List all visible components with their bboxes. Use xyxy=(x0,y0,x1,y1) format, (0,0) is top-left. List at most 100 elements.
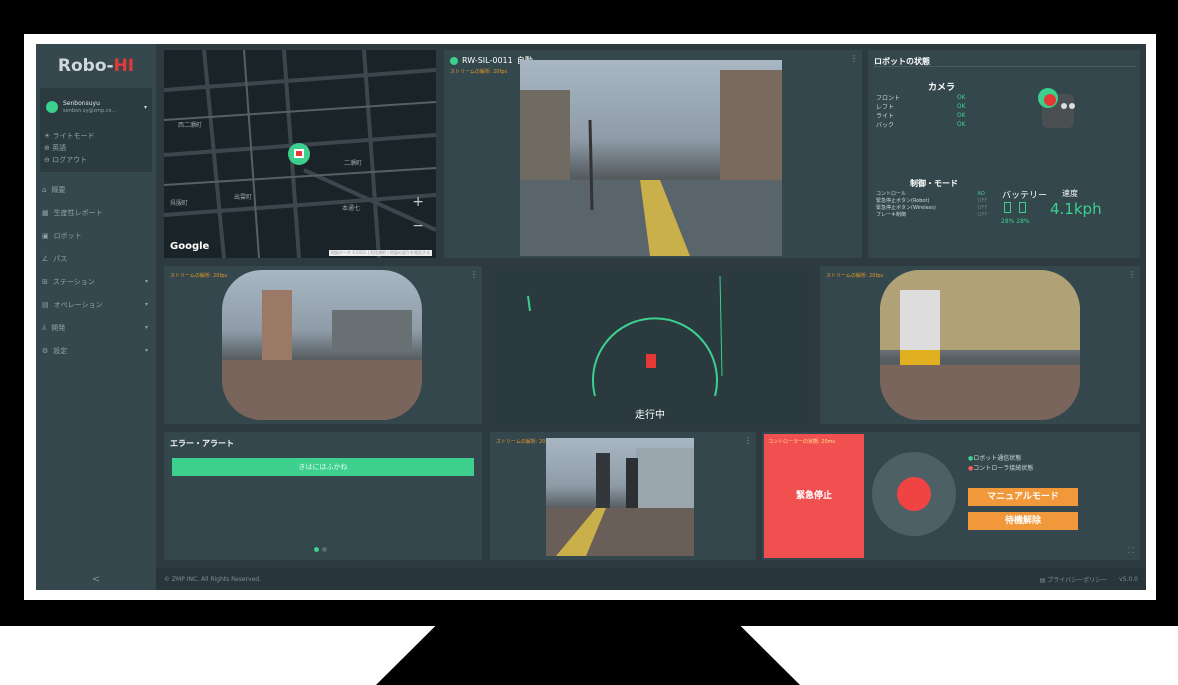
operation-icon: ▤ xyxy=(42,300,49,309)
map-label: 呉服町 xyxy=(170,200,189,207)
control-table: コントロール AD 緊急停止ボタン(Robot) OFF 緊急停止ボタン(Wirel… xyxy=(876,190,994,219)
map-panel[interactable]: 西二瀬町 二瀬町 出雲町 本通七 呉服町 Google + − 地図データ ©2… xyxy=(164,50,436,258)
chevron-down-icon: ▾ xyxy=(144,278,148,285)
chevron-down-icon[interactable]: ▾ xyxy=(144,104,147,111)
table-row: 緊急停止ボタン(Wireless) OFF xyxy=(876,204,988,212)
standby-release-button[interactable]: 待機解除 xyxy=(968,512,1078,530)
collapse-sidebar-button[interactable]: < xyxy=(36,568,156,590)
table-row: ライト OK xyxy=(876,112,966,120)
lidar-status-text: 走行中 xyxy=(635,410,665,421)
joystick[interactable] xyxy=(872,452,956,536)
footer: © ZMP INC. All Rights Reserved. ▤ プライバシー… xyxy=(156,568,1146,590)
map-label: 本通七 xyxy=(342,205,361,212)
nav-menu: ⌂ 概要 ▦ 生産性レポート ▣ ロボット ∠ パス ⊞ ステーション ▾ ▤ オペレーション… xyxy=(36,178,156,362)
avatar xyxy=(46,101,58,113)
robot-illustration xyxy=(1038,88,1075,128)
nav-item-overview[interactable]: ⌂ 概要 xyxy=(36,178,156,201)
path-icon: ∠ xyxy=(42,254,49,263)
user-email: senbon.sy@zmp.co... xyxy=(63,108,117,114)
map-label: 出雲町 xyxy=(234,194,253,201)
nav-item-station[interactable]: ⊞ ステーション ▾ xyxy=(36,270,156,293)
camera-status-table: フロント OK レフト OK ライト OK バック OK xyxy=(876,93,986,129)
app-logo[interactable]: Robo- HI xyxy=(36,44,156,88)
map-label: 西二瀬町 xyxy=(178,122,203,129)
user-name: Senbonsuyu xyxy=(63,100,100,107)
back-camera-panel: ストリームの解析: 20fps ⋮ xyxy=(490,432,756,560)
document-icon: ▤ xyxy=(1039,576,1046,584)
app-screen: Robo- HI Senbonsuyu senbon.sy@zmp.co... ▾… xyxy=(36,44,1146,590)
more-options-icon[interactable]: ⋮ xyxy=(470,270,478,279)
user-menu-item-logout[interactable]: ⊖ ログアウト xyxy=(44,154,148,166)
table-row: 緊急停止ボタン(Robot) OFF xyxy=(876,197,988,205)
table-row: コントロール AD xyxy=(876,190,985,198)
joystick-knob[interactable] xyxy=(897,477,931,511)
sidebar: Robo- HI Senbonsuyu senbon.sy@zmp.co... ▾… xyxy=(36,44,156,590)
alerts-title: エラー・アラート xyxy=(170,439,234,448)
logout-icon: ⊖ xyxy=(44,156,50,164)
chevron-down-icon: ▾ xyxy=(144,347,148,354)
chevron-down-icon: ▾ xyxy=(144,324,148,331)
map-streets xyxy=(164,50,436,258)
battery-icon xyxy=(1004,202,1011,213)
user-menu: ☀ ライトモード ⊕ 英語 ⊖ ログアウト xyxy=(40,126,152,172)
emergency-stop-button[interactable]: 緊急停止 xyxy=(764,488,864,501)
lidar-panel: 走行中 xyxy=(490,266,812,424)
back-camera-feed xyxy=(546,438,694,556)
map-attribution: 地図データ ©2021 | 利用規約 | 地図の誤りを報告する xyxy=(328,250,432,256)
battery-icons xyxy=(1004,202,1026,213)
table-row: バック OK xyxy=(876,121,966,129)
status-indicator-icon xyxy=(450,56,458,65)
table-row: フロント OK xyxy=(876,94,966,102)
stream-label: ストリームの解析: 20fps xyxy=(170,273,228,279)
stream-label: ストリームの解析: 20fps xyxy=(496,439,554,445)
monitor-stand xyxy=(376,626,800,685)
globe-icon: ⊕ xyxy=(44,144,50,152)
copyright: © ZMP INC. All Rights Reserved. xyxy=(164,575,261,583)
station-icon: ⊞ xyxy=(42,277,48,286)
home-icon: ⌂ xyxy=(42,185,47,194)
pagination-dots[interactable] xyxy=(314,547,327,552)
light-icon: ☀ xyxy=(44,132,51,140)
lidar-view xyxy=(527,275,723,397)
chart-icon: ▦ xyxy=(42,208,49,217)
privacy-policy-link[interactable]: ▤ プライバシーポリシー xyxy=(1040,575,1107,584)
nav-item-path[interactable]: ∠ パス xyxy=(36,247,156,270)
map-label: 二瀬町 xyxy=(344,160,363,167)
stream-label: ストリームの解析: 20fps xyxy=(450,69,508,75)
more-options-icon[interactable]: ⋮ xyxy=(744,436,752,445)
alert-bar[interactable]: きはにほふかね xyxy=(172,458,474,476)
nav-item-development[interactable]: ⅄ 開発 ▾ xyxy=(36,316,156,339)
control-panel: コントローラーの状態: 20ms 緊急停止 ●ロボット通信状態 ●コントローラ接… xyxy=(762,432,1140,560)
dev-icon: ⅄ xyxy=(42,323,47,332)
expand-icon[interactable]: ⛶ xyxy=(1128,546,1134,556)
robot-status-panel: ロボットの状態 カメラ フロント OK レフト OK ライト OK バック OK 制御・… xyxy=(868,50,1140,258)
battery-label: バッテリー xyxy=(1002,191,1048,201)
stream-label: ストリームの解析: 20fps xyxy=(826,273,884,279)
battery-values: 28% 28% xyxy=(1001,218,1030,225)
connection-status: ●ロボット通信状態 ●コントローラ接続状態 xyxy=(968,455,1034,472)
speed-value: 4.1kph xyxy=(1050,200,1102,218)
main-camera-panel: RW-SIL-0011 自動 ストリームの解析: 20fps ⋮ xyxy=(444,50,862,258)
camera-title: カメラ xyxy=(928,83,956,93)
alerts-panel: エラー・アラート きはにほふかね xyxy=(164,432,482,560)
user-menu-item-light[interactable]: ☀ ライトモード xyxy=(44,130,148,142)
zoom-out-button[interactable]: − xyxy=(412,218,424,234)
google-logo: Google xyxy=(170,241,210,252)
emergency-stop-area[interactable]: コントローラーの状態: 20ms 緊急停止 xyxy=(764,434,864,558)
main-camera-feed xyxy=(520,60,782,256)
user-card[interactable]: Senbonsuyu senbon.sy@zmp.co... ▾ xyxy=(40,88,152,126)
nav-item-operation[interactable]: ▤ オペレーション ▾ xyxy=(36,293,156,316)
nav-item-robot[interactable]: ▣ ロボット xyxy=(36,224,156,247)
version-label: v5.0.0 xyxy=(1119,575,1138,583)
control-mode-title: 制御・モード xyxy=(910,179,958,188)
zoom-in-button[interactable]: + xyxy=(412,194,424,210)
left-camera-feed xyxy=(222,270,422,420)
more-options-icon[interactable]: ⋮ xyxy=(850,54,858,63)
manual-mode-button[interactable]: マニュアルモード xyxy=(968,488,1078,506)
user-menu-item-language[interactable]: ⊕ 英語 xyxy=(44,142,148,154)
table-row: レフト OK xyxy=(876,103,966,111)
more-options-icon[interactable]: ⋮ xyxy=(1128,270,1136,279)
nav-item-settings[interactable]: ⚙ 設定 ▾ xyxy=(36,339,156,362)
nav-item-productivity[interactable]: ▦ 生産性レポート xyxy=(36,201,156,224)
right-camera-panel: ストリームの解析: 20fps ⋮ xyxy=(820,266,1140,424)
